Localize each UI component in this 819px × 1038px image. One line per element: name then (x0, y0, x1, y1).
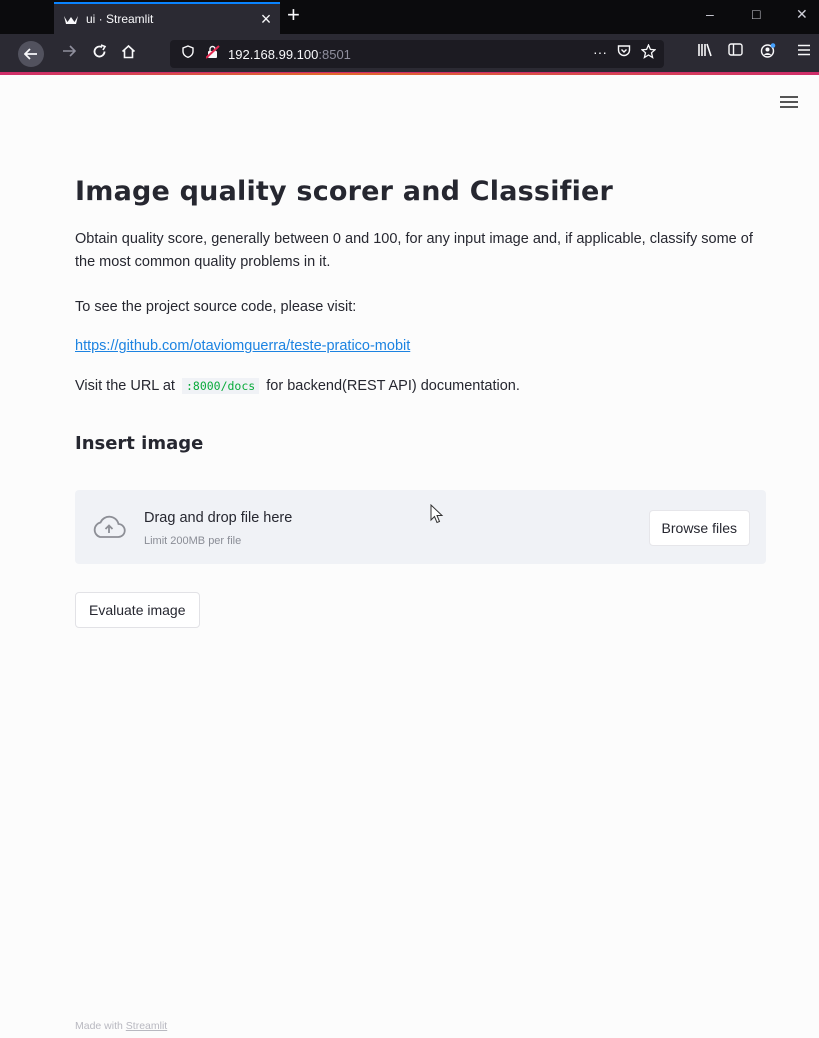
forward-button[interactable] (62, 44, 77, 62)
source-code-link[interactable]: https://github.com/otaviomguerra/teste-p… (75, 338, 410, 354)
new-tab-button[interactable]: + (287, 2, 300, 28)
close-tab-icon[interactable]: × (252, 9, 280, 30)
app-menu-icon[interactable] (780, 93, 798, 111)
file-dropzone[interactable]: Drag and drop file here Limit 200MB per … (75, 490, 766, 564)
docs-path-code: :8000/docs (181, 378, 260, 394)
intro-text: Obtain quality score, generally between … (75, 231, 753, 270)
browse-files-button[interactable]: Browse files (648, 510, 750, 546)
minimize-button[interactable]: – (706, 6, 714, 22)
maximize-button[interactable]: □ (752, 6, 760, 22)
back-button[interactable] (18, 41, 44, 67)
pocket-icon[interactable] (617, 44, 631, 62)
url-host: 192.168.99.100 (228, 46, 319, 62)
source-link-paragraph: https://github.com/otaviomguerra/teste-p… (75, 335, 410, 358)
home-icon (121, 44, 136, 59)
insecure-connection-icon[interactable] (205, 44, 220, 64)
page-actions-icon[interactable]: ··· (593, 44, 607, 62)
made-with-text: Made with (75, 1020, 123, 1032)
back-arrow-icon (24, 48, 37, 60)
reload-button[interactable] (92, 44, 107, 64)
footer: Made with Streamlit (75, 1020, 167, 1032)
tab-title: ui · Streamlit (86, 12, 154, 26)
file-limit-text: Limit 200MB per file (144, 535, 242, 547)
docs-prefix-text: Visit the URL at (75, 378, 175, 394)
cloud-upload-icon (91, 513, 127, 541)
browser-nav-bar: 192.168.99.100:8501 ··· (0, 34, 819, 75)
bookmark-star-icon[interactable] (640, 43, 657, 62)
forward-arrow-icon (63, 45, 77, 57)
address-bar[interactable]: 192.168.99.100:8501 ··· (170, 40, 664, 68)
streamlit-crown-icon (64, 14, 78, 24)
browser-tab-strip: ui · Streamlit × + – □ ✕ (0, 0, 819, 34)
url-port: :8501 (318, 46, 351, 62)
close-window-button[interactable]: ✕ (796, 6, 808, 23)
browser-menu-icon[interactable] (797, 43, 811, 59)
evaluate-image-button[interactable]: Evaluate image (75, 592, 200, 628)
home-button[interactable] (121, 44, 136, 64)
streamlit-link[interactable]: Streamlit (126, 1020, 167, 1032)
sidebar-toggle-icon[interactable] (728, 43, 743, 59)
mouse-pointer-icon (430, 503, 444, 529)
main-content: Image quality scorer and Classifier Obta… (75, 176, 767, 454)
page-title: Image quality scorer and Classifier (75, 176, 614, 207)
library-icon[interactable] (697, 43, 713, 60)
docs-suffix-text: for backend(REST API) documentation. (266, 378, 520, 394)
drag-drop-text: Drag and drop file here (144, 510, 293, 526)
insert-image-heading: Insert image (75, 433, 204, 454)
docs-paragraph: Visit the URL at :8000/docs for backend(… (75, 375, 520, 398)
shield-icon[interactable] (182, 45, 194, 63)
source-prompt-text: To see the project source code, please v… (75, 299, 357, 315)
account-icon[interactable] (760, 43, 776, 61)
reload-icon (93, 44, 107, 58)
browser-tab[interactable]: ui · Streamlit × (54, 2, 280, 34)
